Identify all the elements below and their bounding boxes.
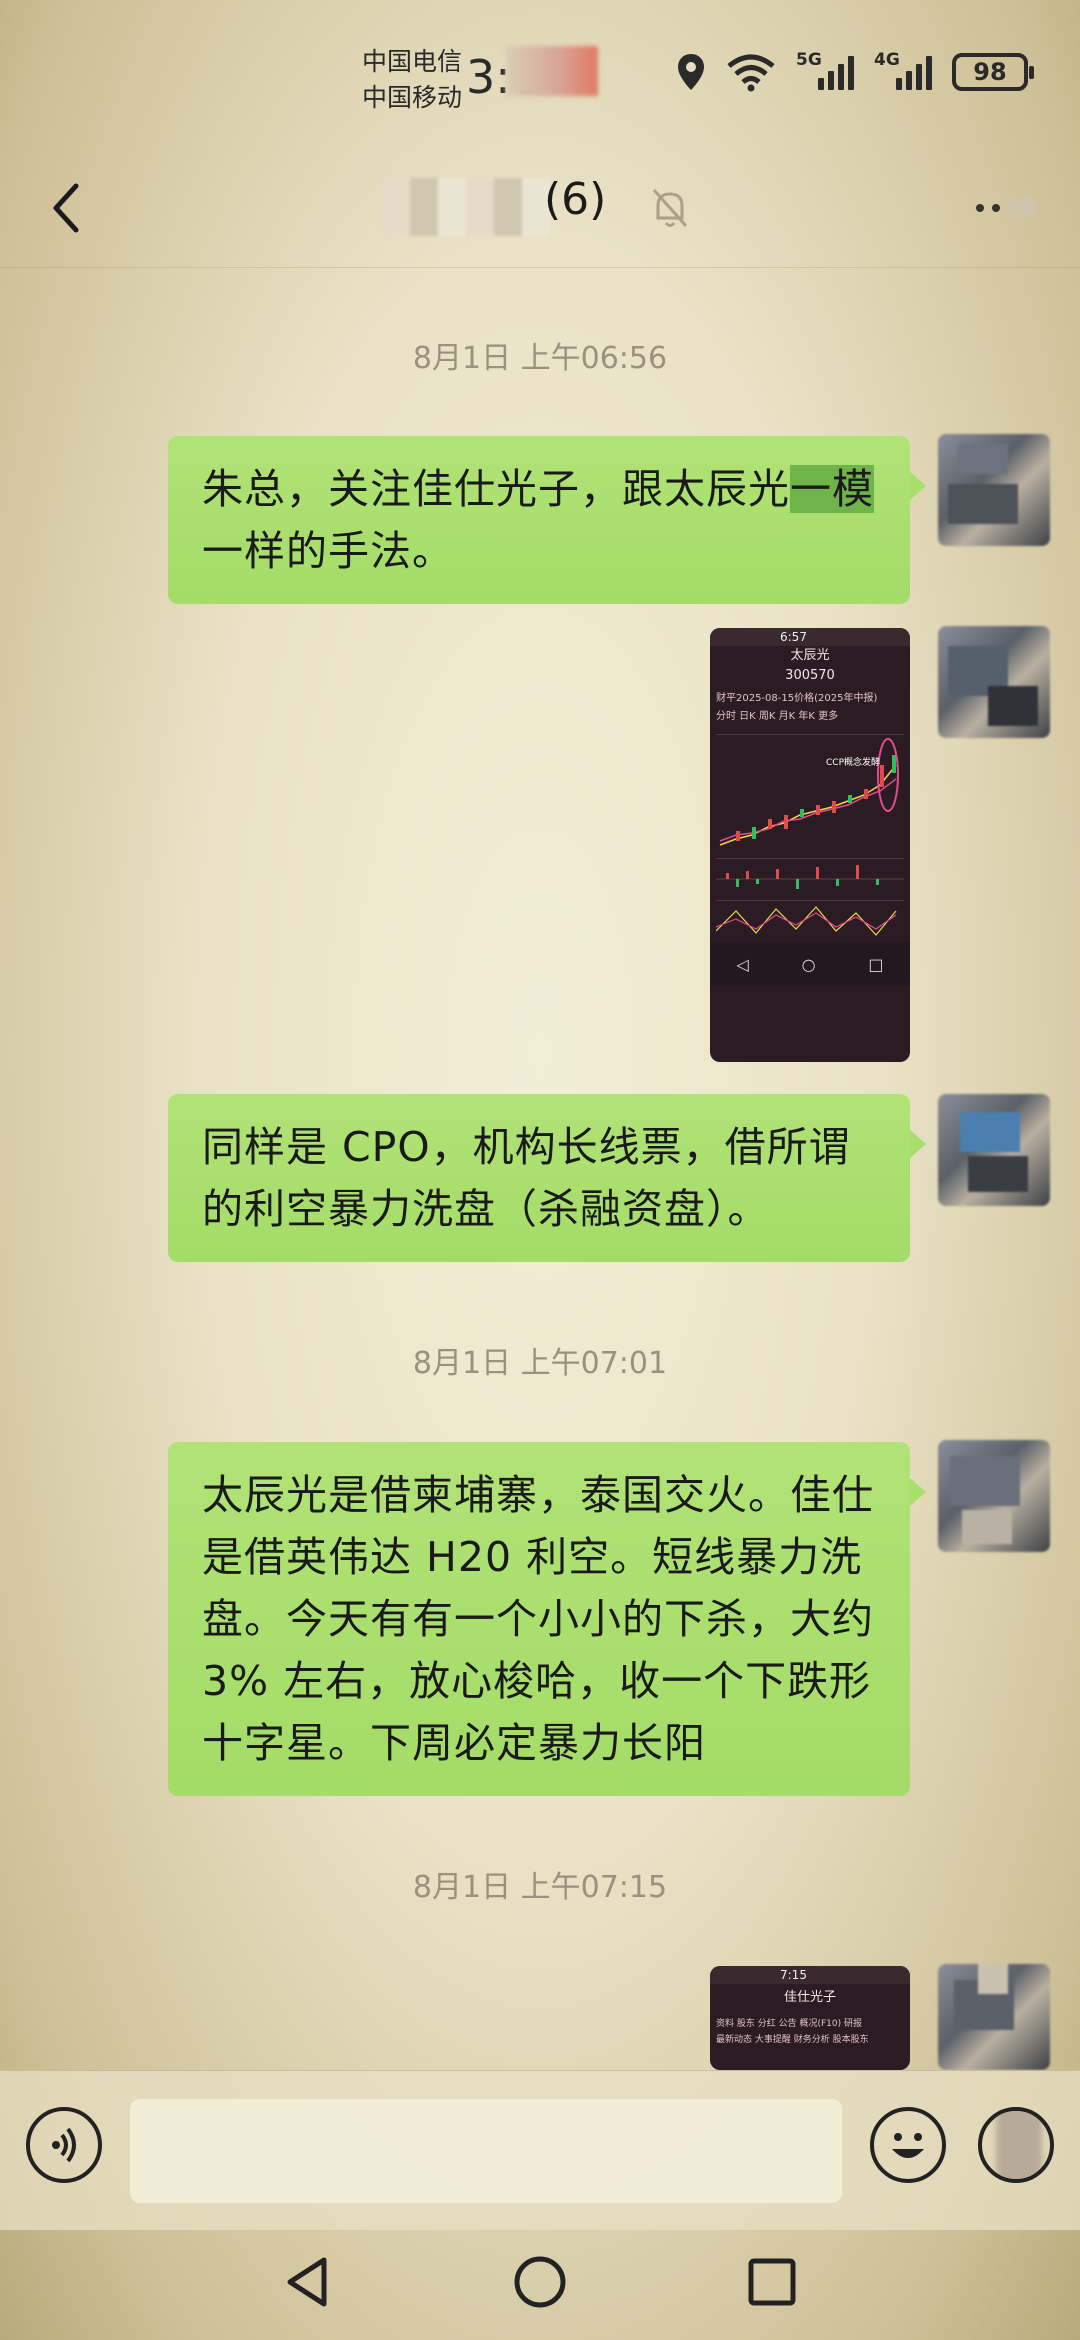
image-row: 分时 日K 周K 月K 年K 更多 <box>716 711 839 722</box>
macd-indicator <box>716 858 904 898</box>
kdj-indicator <box>715 900 904 940</box>
image-message[interactable]: 6:57 太辰光 300570 财平2025-08-15价格(2025年中报) … <box>710 628 910 1062</box>
image-stock-header: 太辰光 300570 <box>710 646 910 686</box>
image-status-time: 6:57 <box>710 628 910 646</box>
clock-redaction <box>506 46 598 96</box>
avatar[interactable] <box>938 1964 1050 2070</box>
carrier-info: 中国电信 中国移动 <box>362 44 462 116</box>
chat-header: (6) <box>0 150 1080 268</box>
image-stock-name: 太辰光 <box>790 648 830 663</box>
message-text: 朱总，关注佳仕光子，跟太辰光 <box>202 465 790 513</box>
message-highlight: 一模 <box>790 465 874 513</box>
avatar[interactable] <box>938 434 1050 546</box>
candlestick-chart: CCP概念发酵 <box>716 734 904 854</box>
voice-icon[interactable] <box>26 2107 102 2183</box>
image-stock-name: 佳仕光子 <box>783 1990 836 2005</box>
message-text: 太辰光是借柬埔寨，泰国交火。佳仕是借英伟达 H20 利空。短线暴力洗盘。今天有有… <box>202 1471 874 1767</box>
avatar[interactable] <box>938 1440 1050 1552</box>
image-nav-bar: ◁ ○ □ <box>710 942 910 986</box>
status-icons: 5G 4G 98 <box>676 50 1034 92</box>
carrier-2: 中国移动 <box>362 83 463 112</box>
nav-home-icon[interactable] <box>510 2252 570 2312</box>
image-nav-back-icon: ◁ <box>736 954 749 974</box>
plus-icon[interactable] <box>978 2107 1054 2183</box>
avatar[interactable] <box>938 1094 1050 1206</box>
message-text: 同样是 CPO，机构长线票，借所谓的利空暴力洗盘（杀融资盘）。 <box>202 1123 851 1233</box>
image-nav-recents-icon: □ <box>868 954 884 974</box>
chat-title: (6) <box>544 174 606 225</box>
image-row: 最新动态 大事提醒 财务分析 股本股东 <box>716 2035 869 2045</box>
system-nav-bar <box>0 2230 1080 2340</box>
nav-back-icon[interactable] <box>278 2252 338 2312</box>
chart-annotation: CCP概念发酵 <box>826 756 880 768</box>
message-text: 一样的手法。 <box>202 527 454 575</box>
wifi-icon <box>727 54 775 92</box>
image-info-rows: 资料 股东 分红 公告 概况(F10) 研报 最新动态 大事提醒 财务分析 股本… <box>710 2012 910 2052</box>
chevron-left-icon[interactable] <box>40 180 96 236</box>
image-row: 资料 股东 分红 公告 概况(F10) 研报 <box>716 2019 862 2029</box>
image-stock-code: 300570 <box>785 668 835 683</box>
image-message[interactable]: 7:15 佳仕光子 资料 股东 分红 公告 概况(F10) 研报 最新动态 大事… <box>710 1966 910 2070</box>
chat-title-redaction <box>382 178 550 236</box>
avatar[interactable] <box>938 626 1050 738</box>
timestamp: 8月1日 上午07:01 <box>412 1346 668 1381</box>
chat-member-count: (6) <box>544 174 607 225</box>
image-info-rows: 财平2025-08-15价格(2025年中报) 分时 日K 周K 月K 年K 更… <box>710 686 910 730</box>
carrier-1: 中国电信 <box>362 47 463 76</box>
nav-recents-icon[interactable] <box>742 2252 802 2312</box>
signal-4g-label: 4G <box>874 50 900 70</box>
signal-5g-label: 5G <box>796 50 822 70</box>
more-dots-icon[interactable] <box>976 198 1036 218</box>
message-bubble[interactable]: 同样是 CPO，机构长线票，借所谓的利空暴力洗盘（杀融资盘）。 <box>168 1094 926 1262</box>
bell-muted-icon <box>652 189 688 227</box>
timestamp: 8月1日 上午06:56 <box>412 341 668 376</box>
image-row: 财平2025-08-15价格(2025年中报) <box>716 693 878 704</box>
image-status-time: 7:15 <box>710 1966 910 1984</box>
kline-svg: CCP概念发酵 <box>719 738 899 846</box>
status-bar: 中国电信 中国移动 3:0 5G 4G 98 <box>0 0 1080 150</box>
message-bubble[interactable]: 朱总，关注佳仕光子，跟太辰光一模一样的手法。 <box>168 436 926 604</box>
image-nav-home-icon: ○ <box>801 954 816 974</box>
battery-icon: 98 <box>952 53 1034 91</box>
message-bubble[interactable]: 太辰光是借柬埔寨，泰国交火。佳仕是借英伟达 H20 利空。短线暴力洗盘。今天有有… <box>168 1442 926 1796</box>
emoji-icon[interactable] <box>870 2107 946 2183</box>
location-icon <box>678 54 704 90</box>
message-input[interactable] <box>130 2099 842 2203</box>
signal-4g-icon: 4G <box>874 50 932 90</box>
input-bar <box>0 2070 1080 2230</box>
signal-5g-icon: 5G <box>796 50 854 90</box>
timestamp: 8月1日 上午07:15 <box>412 1870 668 1905</box>
